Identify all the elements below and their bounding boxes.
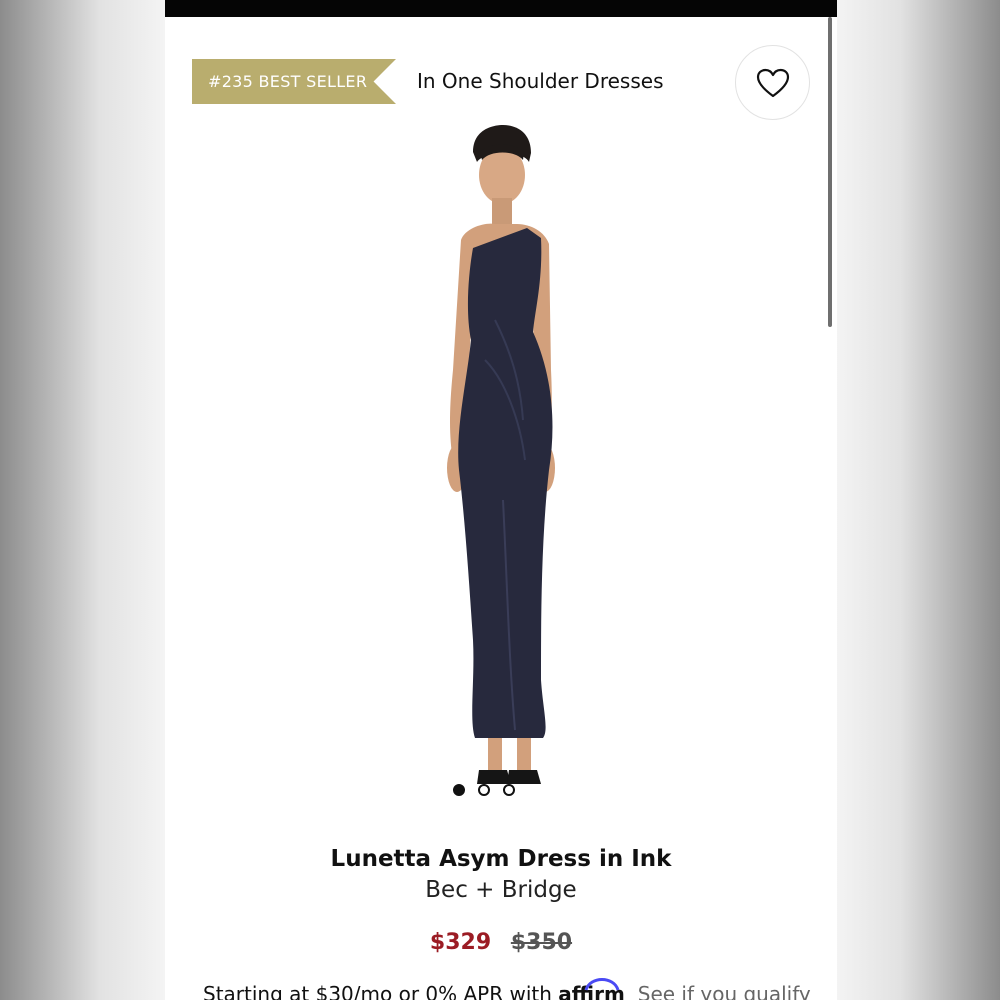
sale-price: $329 (429, 930, 492, 955)
product-title: Lunetta Asym Dress in Ink (330, 846, 672, 872)
product-brand[interactable]: Bec + Bridge (165, 877, 837, 903)
financing-message: Starting at $30/mo or 0% APR with affirm… (203, 978, 811, 1000)
original-price: $350 (510, 930, 573, 955)
scrollbar[interactable] (828, 17, 832, 327)
affirm-logo: affirm (558, 978, 631, 1000)
price-block: $329 $350 (165, 930, 837, 955)
best-seller-label: #235 BEST SELLER (208, 72, 368, 91)
heart-icon (756, 68, 789, 97)
product-page: #235 BEST SELLER In One Shoulder Dresses (165, 0, 837, 1000)
affirm-arc-icon (584, 978, 620, 991)
see-if-you-qualify-link[interactable]: See if you qualify (638, 982, 811, 1000)
financing-text: Starting at $30/mo or 0% APR with (203, 982, 552, 1000)
product-image[interactable] (345, 120, 665, 805)
gallery-dot[interactable] (453, 784, 465, 796)
wishlist-button[interactable] (735, 45, 810, 120)
gallery-dot[interactable] (503, 784, 515, 796)
status-bar (165, 0, 837, 17)
gallery-dot[interactable] (478, 784, 490, 796)
gallery-pagination (453, 784, 515, 796)
category-link[interactable]: In One Shoulder Dresses (417, 69, 663, 93)
best-seller-badge: #235 BEST SELLER (192, 59, 396, 104)
